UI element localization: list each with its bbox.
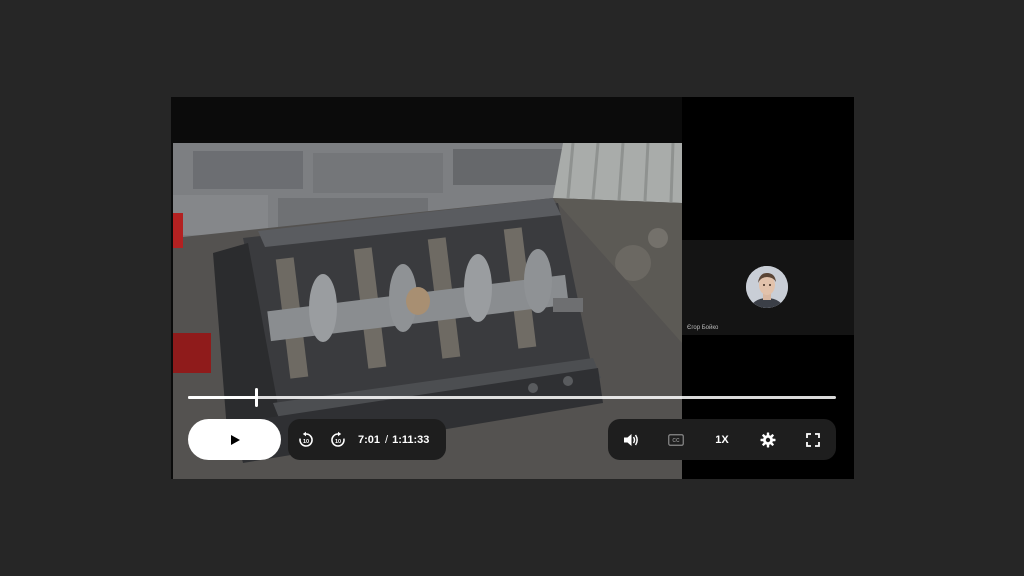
volume-icon <box>623 433 638 446</box>
fullscreen-button[interactable] <box>799 426 827 454</box>
svg-text:10: 10 <box>303 439 309 445</box>
participant-name: Єгор Бойко <box>687 325 719 331</box>
settings-button[interactable] <box>754 426 782 454</box>
progress-bar[interactable] <box>188 388 836 407</box>
time-controls: 10 10 7:01 / 1:11:33 <box>288 419 446 460</box>
page: Єгор Бойко 10 10 7:01 / 1:11:33 CC 1X <box>0 0 1024 576</box>
play-icon <box>230 434 240 445</box>
rewind-10-icon: 10 <box>299 431 313 447</box>
speed-label: 1X <box>715 433 729 446</box>
video-player: Єгор Бойко 10 10 7:01 / 1:11:33 CC 1X <box>171 97 854 479</box>
progress-fill <box>188 396 257 399</box>
player-options: CC 1X <box>608 419 836 460</box>
time-separator: / <box>385 433 389 446</box>
progress-thumb[interactable] <box>255 388 259 407</box>
duration: 1:11:33 <box>392 433 430 446</box>
closed-captions-icon: CC <box>668 433 685 446</box>
avatar <box>746 266 788 308</box>
volume-button[interactable] <box>617 426 645 454</box>
svg-text:10: 10 <box>335 439 341 445</box>
current-time: 7:01 <box>358 433 381 446</box>
captions-button[interactable]: CC <box>662 426 690 454</box>
speed-button[interactable]: 1X <box>708 426 736 454</box>
rewind-10-button[interactable]: 10 <box>292 426 320 454</box>
participant-tile[interactable]: Єгор Бойко <box>682 240 854 335</box>
avatar-image <box>746 266 788 308</box>
play-button[interactable] <box>188 419 281 460</box>
fullscreen-icon <box>806 432 821 447</box>
time-display: 7:01 / 1:11:33 <box>358 434 429 446</box>
forward-10-icon: 10 <box>331 431 345 447</box>
svg-text:CC: CC <box>673 438 681 444</box>
gear-icon <box>760 432 776 447</box>
forward-10-button[interactable]: 10 <box>324 426 352 454</box>
